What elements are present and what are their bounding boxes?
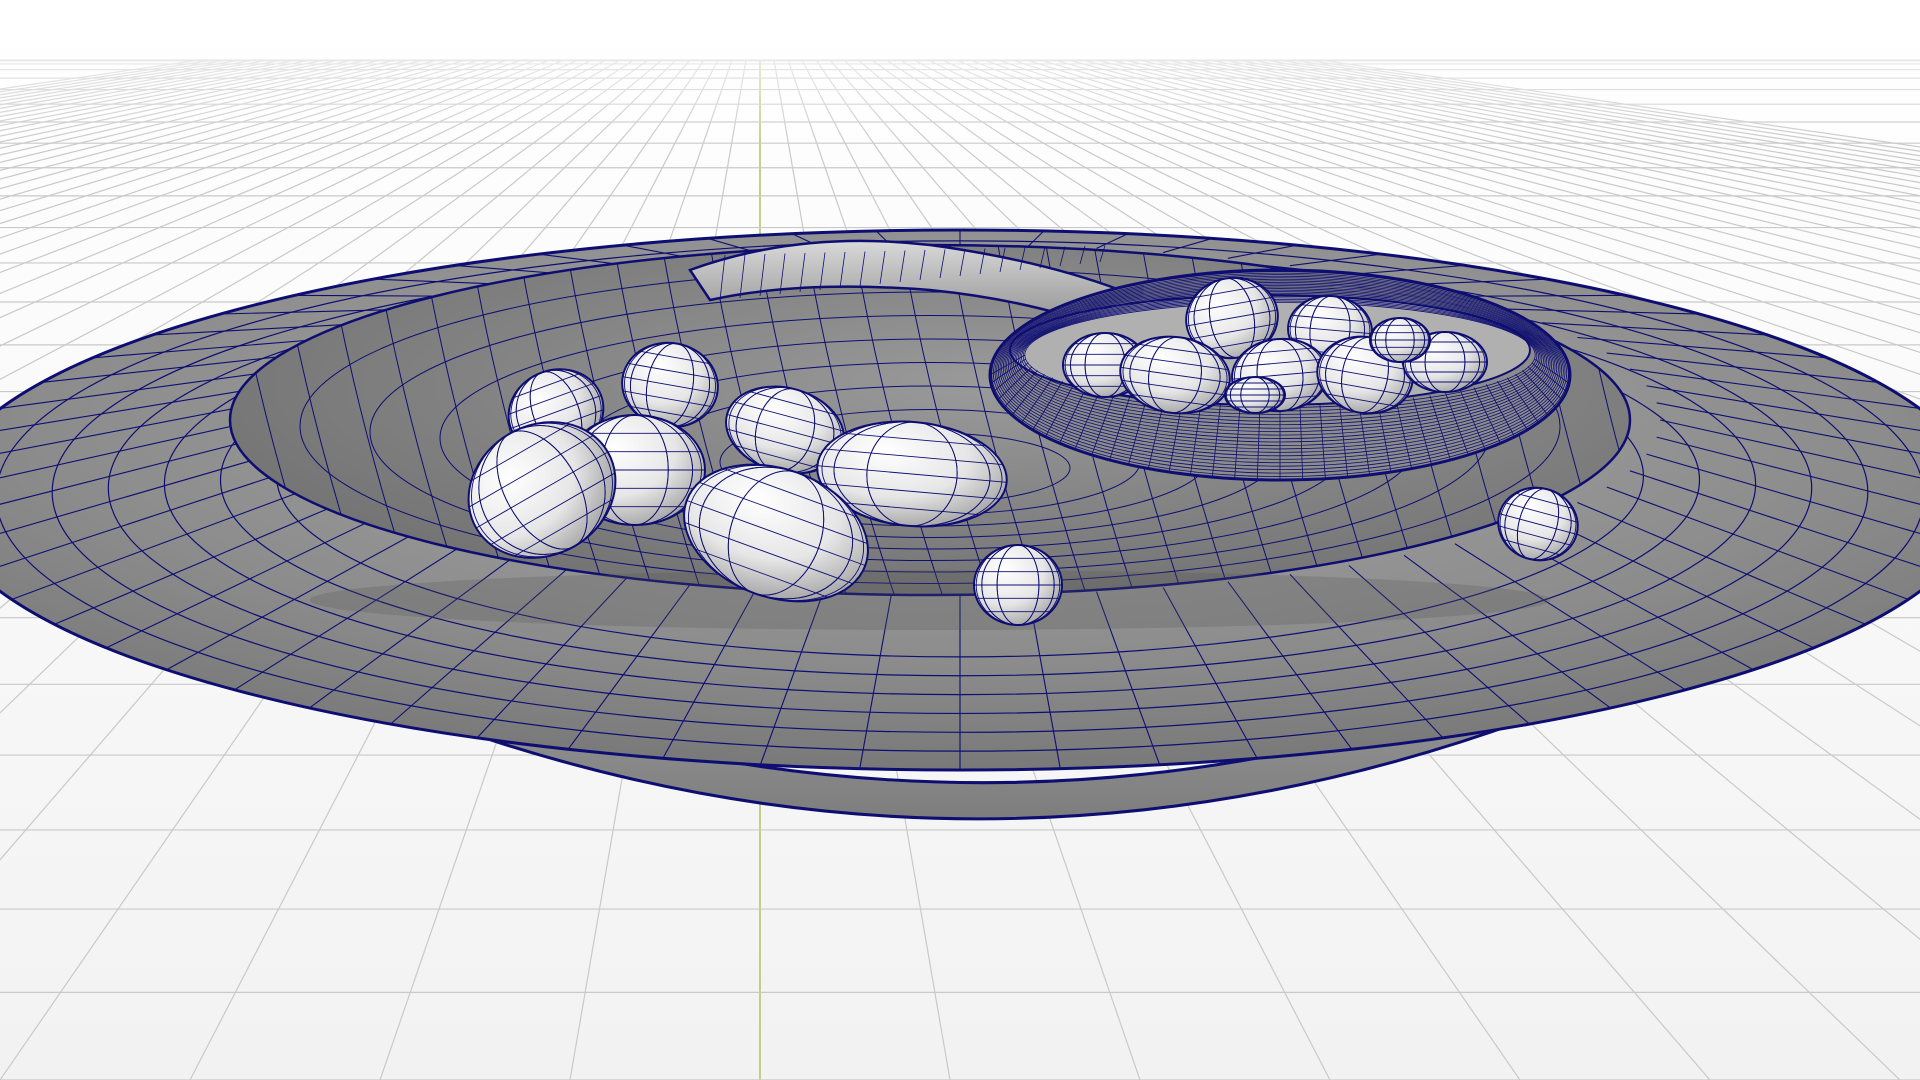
plate-well-shadow <box>310 570 1550 630</box>
nut[interactable] <box>1224 376 1286 414</box>
viewport-scene[interactable] <box>0 0 1920 1080</box>
nut[interactable] <box>1369 317 1431 363</box>
3d-viewport[interactable] <box>0 0 1920 1080</box>
nut[interactable] <box>973 544 1063 626</box>
